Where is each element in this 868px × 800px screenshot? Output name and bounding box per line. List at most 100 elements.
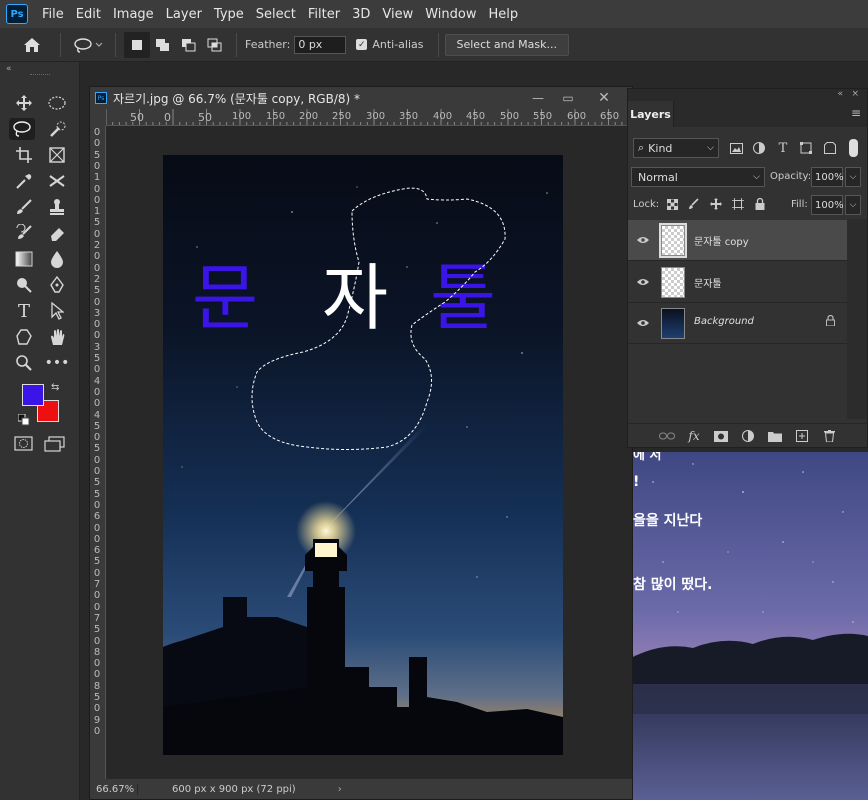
filter-smart-object-icon[interactable] xyxy=(821,139,839,157)
zoom-level[interactable]: 66.67% xyxy=(90,783,138,795)
blend-mode-select[interactable]: Normal ⌵ xyxy=(631,167,765,187)
lock-all-icon[interactable] xyxy=(752,196,768,212)
more-tools-icon[interactable]: ••• xyxy=(44,352,70,374)
layer-row-text-copy[interactable]: 문자툴 copy xyxy=(628,220,847,261)
path-selection-tool-icon[interactable] xyxy=(44,300,70,322)
crop-tool-icon[interactable] xyxy=(11,144,37,166)
layer-row-background[interactable]: Background xyxy=(628,303,847,344)
layers-scrollbar[interactable] xyxy=(847,219,867,419)
tab-layers[interactable]: Layers xyxy=(628,101,674,127)
lock-transparent-pixels-icon[interactable] xyxy=(664,196,680,212)
filter-shape-icon[interactable] xyxy=(797,139,815,157)
eye-icon[interactable] xyxy=(637,276,649,289)
filter-toggle-switch[interactable] xyxy=(849,139,858,157)
document-window: Ps 자르기.jpg @ 66.7% (문자툴 copy, RGB/8) * —… xyxy=(89,86,633,800)
eye-icon[interactable] xyxy=(637,234,649,247)
opacity-input[interactable]: 100% xyxy=(811,167,844,187)
zoom-tool-icon[interactable] xyxy=(11,352,37,374)
lock-image-pixels-icon[interactable] xyxy=(686,196,702,212)
feather-input[interactable]: 0 px xyxy=(294,35,347,54)
menu-edit[interactable]: Edit xyxy=(70,7,107,22)
dodge-tool-icon[interactable] xyxy=(11,274,37,296)
opacity-dropdown-chevron-icon[interactable]: ⌵ xyxy=(845,167,861,187)
canvas-area[interactable]: 문 자 툴 xyxy=(107,127,632,779)
eraser-tool-icon[interactable] xyxy=(44,222,70,244)
menu-help[interactable]: Help xyxy=(483,7,525,22)
select-and-mask-button[interactable]: Select and Mask... xyxy=(444,33,569,56)
subtract-from-selection-icon[interactable] xyxy=(176,32,202,58)
collapse-panel-icon[interactable]: « xyxy=(837,89,843,99)
link-layers-icon[interactable] xyxy=(658,428,676,444)
layer-kind-filter[interactable]: ⌕ Kind ⌵ xyxy=(633,138,719,158)
lock-position-icon[interactable] xyxy=(708,196,724,212)
antialias-checkbox[interactable]: ✓ xyxy=(356,39,368,50)
folder-icon[interactable] xyxy=(766,428,784,444)
frame-tool-icon[interactable] xyxy=(44,144,70,166)
layer-name: Background xyxy=(694,316,754,327)
add-mask-icon[interactable] xyxy=(712,428,730,444)
horizontal-ruler[interactable]: 50 0 50 100 150 200 250 300 350 400 450 … xyxy=(106,109,632,126)
type-tool-icon[interactable]: T xyxy=(11,300,37,322)
vertical-ruler[interactable]: 0050100150200250300350400450500550600650… xyxy=(90,126,106,779)
new-layer-icon[interactable] xyxy=(793,428,811,444)
fill-input[interactable]: 100% xyxy=(811,195,844,215)
close-panel-icon[interactable]: × xyxy=(851,89,859,99)
intersect-selection-icon[interactable] xyxy=(202,32,228,58)
close-icon[interactable]: ✕ xyxy=(593,89,615,107)
quick-mask-icon[interactable] xyxy=(14,436,34,455)
minimize-icon[interactable]: — xyxy=(527,89,549,107)
layers-panel-header[interactable]: « × xyxy=(628,89,867,101)
photoshop-logo[interactable]: Ps xyxy=(6,4,28,24)
shape-tool-icon[interactable] xyxy=(11,326,37,348)
menu-view[interactable]: View xyxy=(376,7,419,22)
eye-icon[interactable] xyxy=(637,317,649,330)
ruler-origin[interactable] xyxy=(90,109,106,126)
new-selection-icon[interactable] xyxy=(124,31,150,58)
eyedropper-tool-icon[interactable] xyxy=(11,170,37,192)
brush-tool-icon[interactable] xyxy=(11,196,37,218)
menu-layer[interactable]: Layer xyxy=(160,7,208,22)
tools-grip[interactable] xyxy=(30,74,50,77)
lasso-preset-icon[interactable] xyxy=(69,32,107,58)
layer-row-text[interactable]: 문자툴 xyxy=(628,262,847,303)
pen-tool-icon[interactable] xyxy=(44,274,70,296)
screen-mode-icon[interactable] xyxy=(44,436,66,455)
healing-tool-icon[interactable] xyxy=(44,170,70,192)
lock-artboard-icon[interactable] xyxy=(730,196,746,212)
blur-tool-icon[interactable] xyxy=(44,248,70,270)
menu-filter[interactable]: Filter xyxy=(302,7,346,22)
fill-dropdown-chevron-icon[interactable]: ⌵ xyxy=(845,195,861,215)
trash-icon[interactable] xyxy=(820,428,838,444)
menu-type[interactable]: Type xyxy=(208,7,250,22)
document-canvas[interactable]: 문 자 툴 xyxy=(107,127,632,779)
adjustment-layer-icon[interactable] xyxy=(739,428,757,444)
maximize-icon[interactable]: ▭ xyxy=(557,89,579,107)
quick-selection-tool-icon[interactable] xyxy=(44,118,70,140)
default-colors-icon[interactable] xyxy=(17,413,30,429)
hand-tool-icon[interactable] xyxy=(44,326,70,348)
lasso-tool-icon[interactable] xyxy=(9,118,35,140)
menu-3d[interactable]: 3D xyxy=(346,7,376,22)
filter-adjustment-icon[interactable] xyxy=(750,139,768,157)
move-tool-icon[interactable] xyxy=(11,92,37,114)
add-to-selection-icon[interactable] xyxy=(150,32,176,58)
home-icon[interactable] xyxy=(12,32,52,58)
menu-select[interactable]: Select xyxy=(250,7,302,22)
menu-image[interactable]: Image xyxy=(107,7,160,22)
history-brush-tool-icon[interactable] xyxy=(11,222,37,244)
status-menu-chevron-icon[interactable]: › xyxy=(338,784,342,795)
gradient-tool-icon[interactable] xyxy=(11,248,37,270)
fx-icon[interactable]: fx xyxy=(685,428,703,444)
lock-icon[interactable] xyxy=(826,314,835,329)
menu-file[interactable]: File xyxy=(36,7,70,22)
menu-window[interactable]: Window xyxy=(419,7,482,22)
marquee-tool-icon[interactable] xyxy=(44,92,70,114)
panel-menu-icon[interactable]: ≡ xyxy=(851,106,861,120)
filter-pixel-icon[interactable] xyxy=(727,139,745,157)
swap-colors-icon[interactable]: ⇆ xyxy=(51,382,59,393)
stamp-tool-icon[interactable] xyxy=(44,196,70,218)
foreground-color-swatch[interactable] xyxy=(22,384,44,406)
document-titlebar[interactable]: Ps 자르기.jpg @ 66.7% (문자툴 copy, RGB/8) * —… xyxy=(90,87,632,109)
collapse-tools-icon[interactable]: « xyxy=(6,64,12,74)
filter-type-icon[interactable]: T xyxy=(774,139,792,157)
